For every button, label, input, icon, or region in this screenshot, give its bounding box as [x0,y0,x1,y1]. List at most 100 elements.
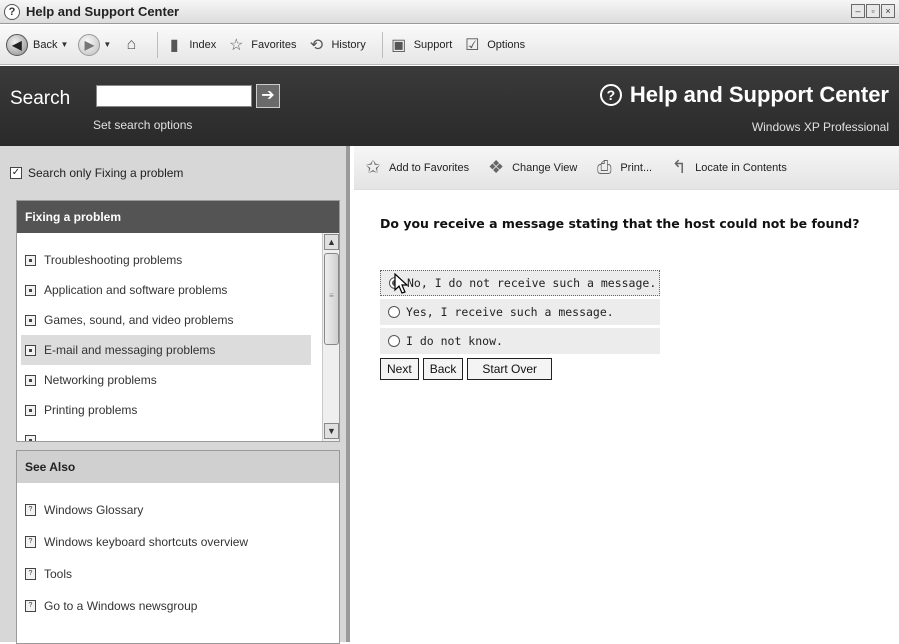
list-item-partial[interactable] [21,425,311,441]
close-button[interactable]: × [881,4,895,18]
title-bar: ? Help and Support Center – ▫ × [0,0,899,24]
list-item-application[interactable]: Application and software problems [21,275,311,305]
list-item-label: E-mail and messaging problems [44,343,216,357]
options-checkmark-icon: ☑ [465,36,480,54]
option-no[interactable]: No, I do not receive such a message. [380,270,660,296]
document-icon: ? [25,600,36,612]
set-search-options-link[interactable]: Set search options [93,118,192,132]
change-view-icon: ❖ [488,157,505,177]
bullet-icon [25,254,36,266]
scroll-up-icon[interactable]: ▲ [324,234,339,250]
answer-options: No, I do not receive such a message. Yes… [380,270,660,357]
back-button[interactable]: Back [422,358,464,380]
left-pane: ✓ Search only Fixing a problem Fixing a … [0,146,350,644]
list-item-networking[interactable]: Networking problems [21,365,311,395]
maximize-button[interactable]: ▫ [866,4,880,18]
link-newsgroup[interactable]: ? Go to a Windows newsgroup [21,591,311,621]
support-icon: ▣ [391,36,407,54]
forward-arrow-icon: ▶ [78,33,101,56]
forward-button[interactable]: ▶ ▼ [78,33,111,56]
search-scope-label: Search only Fixing a problem [28,166,184,180]
checkbox-checked-icon: ✓ [10,167,22,179]
search-label: Search [10,88,71,109]
fixing-problem-panel: Fixing a problem Troubleshooting problem… [16,200,340,442]
fixing-problem-list: Troubleshooting problems Application and… [17,233,339,441]
link-windows-glossary[interactable]: ? Windows Glossary [21,495,311,525]
radio-icon[interactable] [388,335,400,347]
history-button[interactable]: ⟲ History [306,35,366,55]
list-item-troubleshooting[interactable]: Troubleshooting problems [21,245,311,275]
see-also-header: See Also [17,451,339,483]
add-to-favorites-label: Add to Favorites [389,161,470,174]
brand-subtitle: Windows XP Professional [751,120,889,134]
option-dont-know[interactable]: I do not know. [380,328,660,354]
see-also-panel: See Also ? Windows Glossary ? Windows ke… [16,450,340,644]
start-over-button[interactable]: Start Over [467,358,553,380]
locate-arrow-icon: ↰ [671,157,687,177]
next-button[interactable]: Next [380,358,419,380]
change-view-label: Change View [512,161,578,174]
back-button[interactable]: ◀ Back ▼ [6,33,68,56]
vertical-scrollbar[interactable]: ▲ ≡ ▼ [322,233,339,441]
options-button[interactable]: ☑ Options [462,35,525,55]
printer-icon: ⎙ [597,157,612,177]
back-arrow-icon: ◀ [6,33,28,56]
option-label: Yes, I receive such a message. [406,305,614,319]
document-icon: ? [25,536,36,548]
search-input[interactable] [96,85,252,107]
book-icon: ▮ [169,36,179,54]
add-to-favorites-button[interactable]: ✩ Add to Favorites [362,157,469,178]
forward-dropdown-icon[interactable]: ▼ [103,40,111,49]
radio-icon[interactable] [388,306,400,318]
list-item-label: Games, sound, and video problems [44,313,234,327]
index-label: Index [189,38,217,51]
help-center-app-icon: ? [4,3,20,20]
support-button[interactable]: ▣ Support [389,35,452,55]
option-label: No, I do not receive such a message. [407,276,657,290]
star-add-icon: ✩ [365,157,381,177]
minimize-button[interactable]: – [851,4,865,18]
link-label: Windows Glossary [44,503,144,517]
see-also-list: ? Windows Glossary ? Windows keyboard sh… [17,483,339,643]
back-label: Back [33,38,58,51]
window-controls: – ▫ × [851,4,895,18]
content-actions-bar: ✩ Add to Favorites ❖ Change View ⎙ Print… [354,146,899,190]
star-icon: ☆ [229,36,244,54]
scrollbar-thumb[interactable]: ≡ [324,253,339,345]
home-button[interactable]: ⌂ [121,35,141,55]
list-item-printing[interactable]: Printing problems [21,395,311,425]
index-button[interactable]: ▮ Index [164,35,216,55]
change-view-button[interactable]: ❖ Change View [485,157,577,178]
list-item-games[interactable]: Games, sound, and video problems [21,305,311,335]
brand: ? Help and Support Center [599,82,889,108]
link-keyboard-shortcuts[interactable]: ? Windows keyboard shortcuts overview [21,527,311,557]
locate-in-contents-button[interactable]: ↰ Locate in Contents [668,157,787,178]
link-tools[interactable]: ? Tools [21,559,311,589]
bullet-icon [25,314,36,326]
help-question-icon: ? [599,84,622,106]
search-scope-checkbox[interactable]: ✓ Search only Fixing a problem [10,166,183,180]
link-label: Go to a Windows newsgroup [44,599,198,613]
window-title: Help and Support Center [26,4,180,19]
option-label: I do not know. [406,334,503,348]
favorites-label: Favorites [251,38,297,51]
search-go-button[interactable]: ➔ [256,84,280,108]
option-yes[interactable]: Yes, I receive such a message. [380,299,660,325]
print-button[interactable]: ⎙ Print... [593,157,652,178]
question-heading: Do you receive a message stating that th… [380,216,860,231]
bullet-icon [25,284,36,296]
link-label: Tools [44,567,73,581]
mouse-pointer-icon [394,273,409,294]
toolbar-separator [157,31,159,58]
history-clock-icon: ⟲ [309,36,324,54]
favorites-button[interactable]: ☆ Favorites [226,35,296,55]
scroll-down-icon[interactable]: ▼ [324,423,339,439]
history-label: History [331,38,366,51]
bullet-icon [25,434,36,441]
content-pane: ✩ Add to Favorites ❖ Change View ⎙ Print… [354,146,899,642]
document-icon: ? [25,568,36,580]
bullet-icon [25,344,36,356]
back-dropdown-icon[interactable]: ▼ [60,40,68,49]
list-item-email[interactable]: E-mail and messaging problems [21,335,311,365]
grip-icon: ≡ [329,291,334,300]
